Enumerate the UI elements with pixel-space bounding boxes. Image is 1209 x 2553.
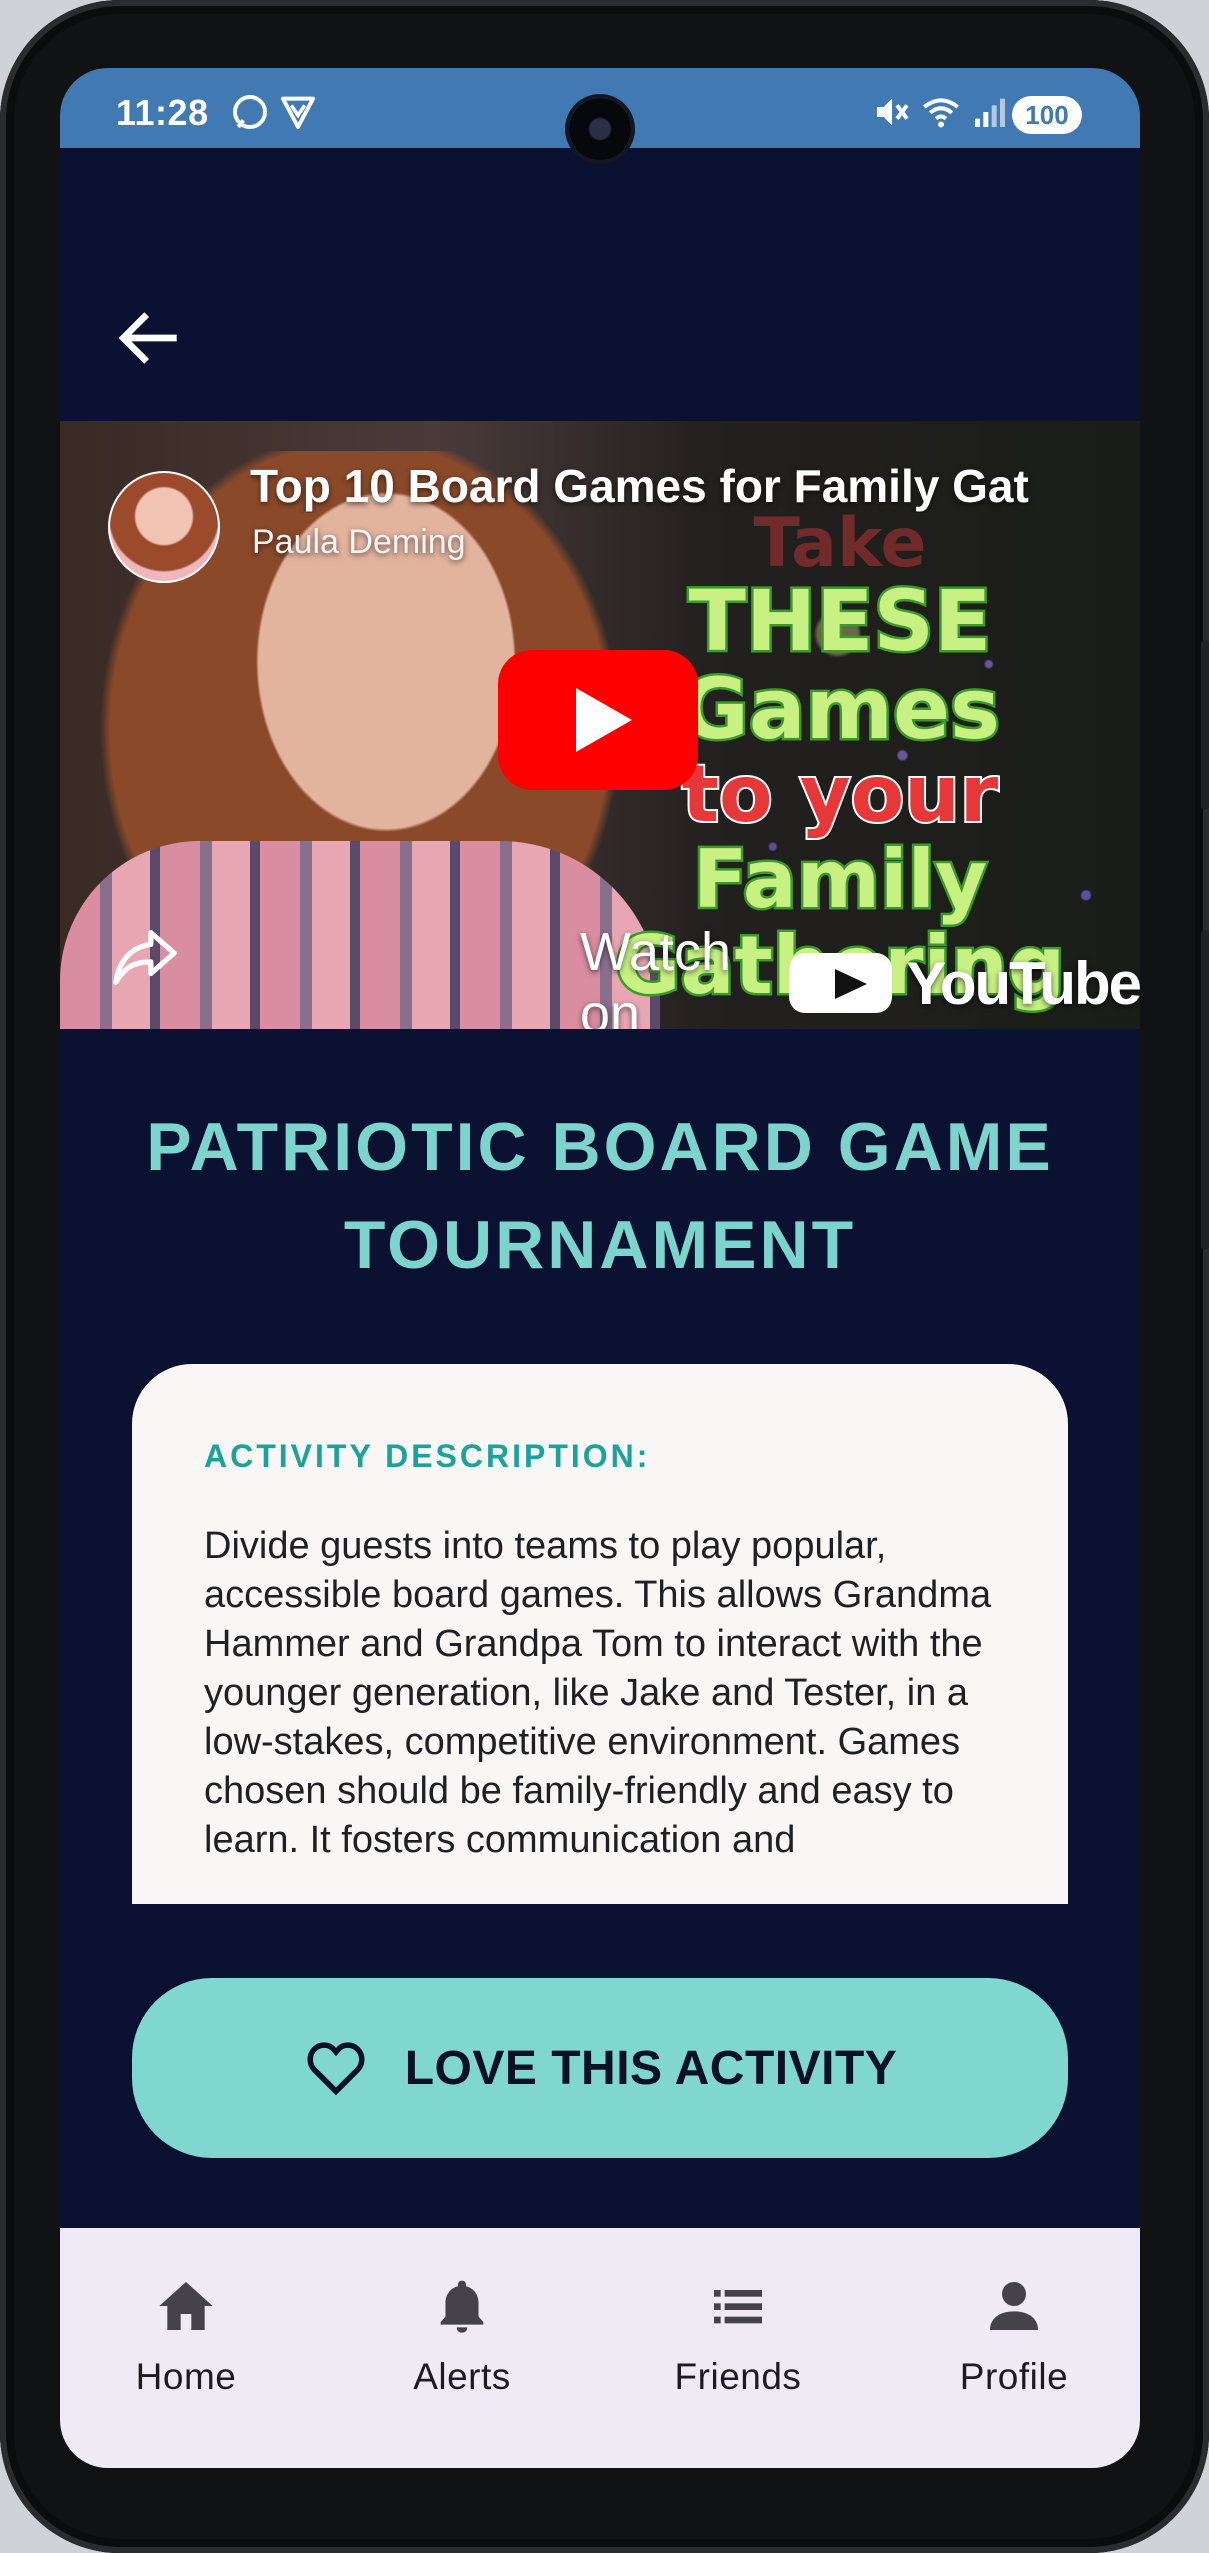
bell-icon xyxy=(440,2280,484,2333)
app-screen: 11:28 100 Take THESE Games to your Famil… xyxy=(60,68,1140,2468)
battery-indicator: 100 xyxy=(1012,96,1082,134)
nav-label-friends: Friends xyxy=(674,2356,802,2397)
activity-title: PATRIOTIC BOARD GAME TOURNAMENT xyxy=(146,1109,1054,1283)
status-time: 11:28 xyxy=(116,92,209,133)
mute-icon xyxy=(877,98,909,126)
share-icon[interactable] xyxy=(110,921,180,991)
play-button[interactable] xyxy=(498,650,698,790)
nav-item-alerts[interactable]: Alerts xyxy=(362,2274,562,2398)
youtube-video-embed[interactable]: Take THESE Games to your Family Gatherin… xyxy=(60,421,1140,1029)
love-activity-button[interactable]: LOVE THIS ACTIVITY xyxy=(132,1978,1068,2158)
watch-on-youtube-link[interactable]: Watch on YouTube xyxy=(580,921,1140,1029)
list-icon xyxy=(714,2290,762,2324)
youtube-wordmark: YouTube xyxy=(906,949,1140,1017)
person-icon xyxy=(990,2282,1038,2330)
channel-avatar[interactable] xyxy=(108,471,220,583)
shield-v-icon xyxy=(281,96,315,129)
phone-frame: 11:28 100 Take THESE Games to your Famil… xyxy=(0,0,1209,2553)
activity-description-card[interactable]: ACTIVITY DESCRIPTION: Divide guests into… xyxy=(132,1364,1068,1904)
youtube-logo-icon xyxy=(788,953,893,1013)
chat-bubble-icon xyxy=(233,95,267,129)
thumbnail-line-1: Take xyxy=(753,504,927,583)
home-icon xyxy=(159,2282,213,2330)
heart-outline-icon xyxy=(307,2042,365,2096)
nav-item-home[interactable]: Home xyxy=(86,2274,286,2398)
video-title[interactable]: Top 10 Board Games for Family Gat xyxy=(250,459,1110,513)
volume-button xyxy=(1201,640,1209,810)
nav-label-profile: Profile xyxy=(959,2356,1069,2397)
power-button xyxy=(1201,930,1209,1250)
nav-label-home: Home xyxy=(135,2356,237,2397)
wifi-icon xyxy=(923,98,959,128)
nav-label-alerts: Alerts xyxy=(413,2356,511,2397)
back-arrow-icon[interactable] xyxy=(110,298,190,378)
front-camera xyxy=(569,98,631,160)
love-activity-label: LOVE THIS ACTIVITY xyxy=(404,2041,898,2095)
nav-item-profile[interactable]: Profile xyxy=(914,2274,1114,2398)
thumbnail-line-4: Family xyxy=(690,833,989,926)
video-channel-name[interactable]: Paula Deming xyxy=(252,523,466,562)
signal-icon xyxy=(975,98,1005,127)
status-bar: 11:28 100 xyxy=(60,68,1140,160)
description-text: Divide guests into teams to play popular… xyxy=(204,1525,992,1861)
bottom-navigation: Home Alerts Friends Profile xyxy=(60,2228,1140,2468)
watch-on-label: Watch on xyxy=(580,922,732,1029)
nav-item-friends[interactable]: Friends xyxy=(638,2274,838,2398)
description-label: ACTIVITY DESCRIPTION: xyxy=(204,1438,651,1474)
